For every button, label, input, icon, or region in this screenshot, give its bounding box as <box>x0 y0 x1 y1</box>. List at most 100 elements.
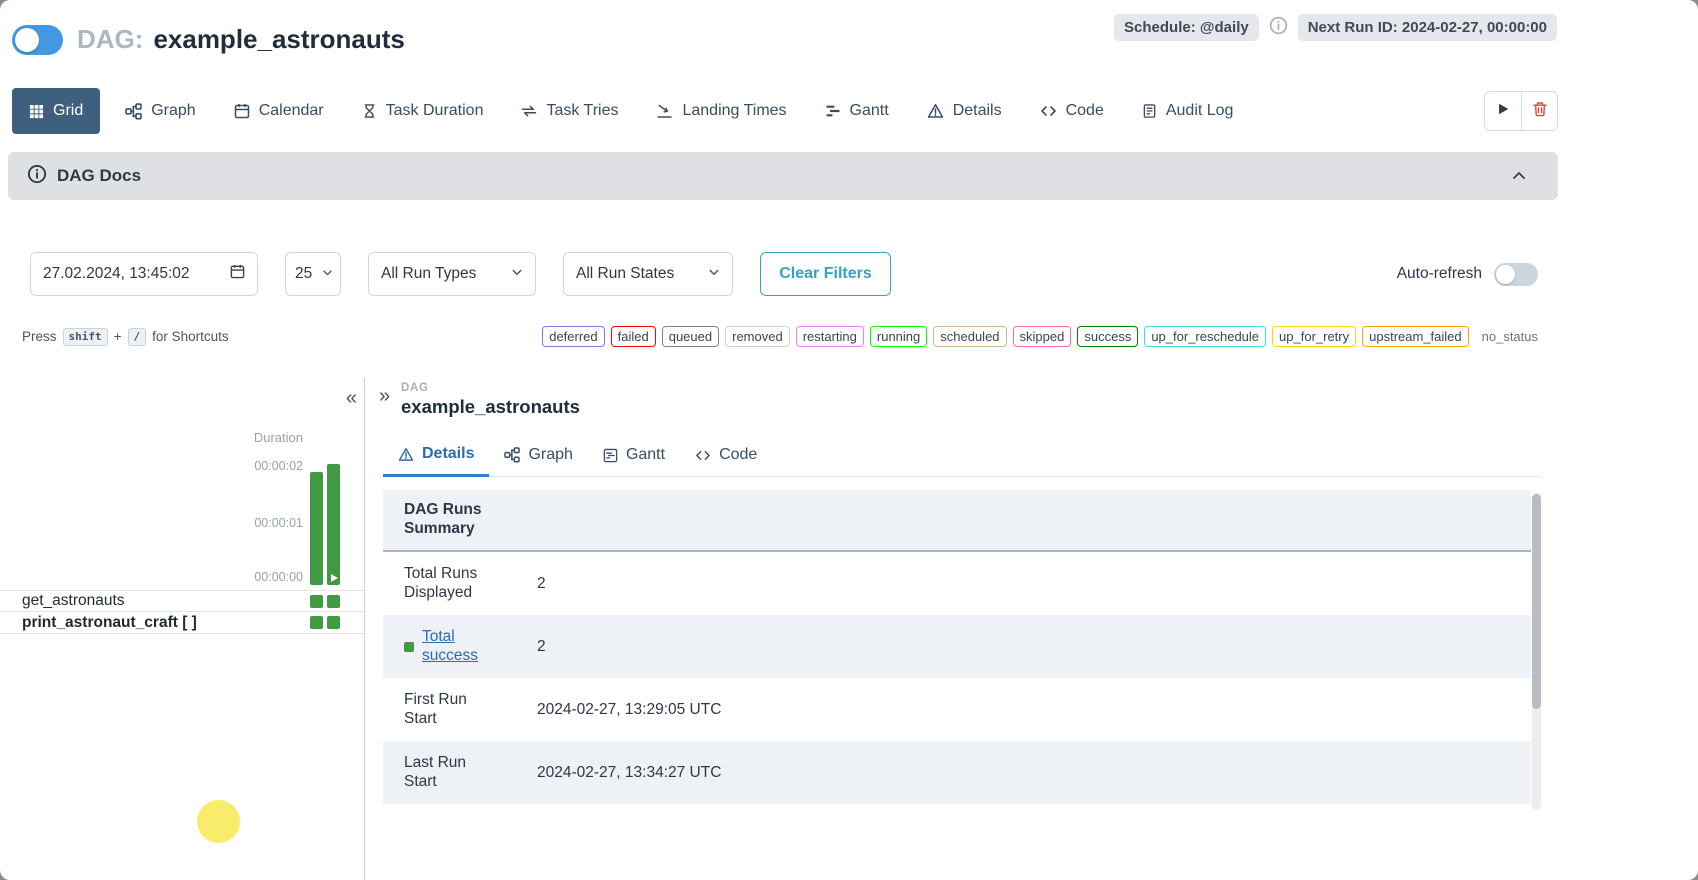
tab-grid[interactable]: Grid <box>12 88 100 134</box>
calendar-icon <box>234 103 250 119</box>
legend-success[interactable]: success <box>1077 326 1138 347</box>
chevron-down-icon <box>511 265 523 283</box>
legend-up-for-retry[interactable]: up_for_retry <box>1272 326 1356 347</box>
task-instance-success-square[interactable] <box>327 595 340 608</box>
row-label: Last Run Start <box>383 754 537 791</box>
legend-deferred[interactable]: deferred <box>542 326 604 347</box>
legend-restarting[interactable]: restarting <box>796 326 864 347</box>
filters-bar: 27.02.2024, 13:45:02 25 All Run Types Al… <box>30 252 1538 296</box>
dag-kicker: DAG <box>401 382 580 394</box>
toggle-knob <box>15 28 39 52</box>
audit-log-icon <box>1142 103 1157 119</box>
detail-tab-graph[interactable]: Graph <box>489 436 587 476</box>
auto-refresh-toggle[interactable] <box>1494 263 1538 286</box>
run-types-select[interactable]: All Run Types <box>368 252 536 296</box>
run-states-select[interactable]: All Run States <box>563 252 733 296</box>
duration-bar-chart <box>310 378 342 585</box>
run-types-value: All Run Types <box>381 265 476 283</box>
legend-up-for-reschedule[interactable]: up_for_reschedule <box>1144 326 1266 347</box>
task-name[interactable]: get_astronauts <box>22 592 125 610</box>
code-icon <box>695 448 711 463</box>
page-size-select[interactable]: 25 <box>285 252 341 296</box>
task-instance-success-square[interactable] <box>327 616 340 629</box>
info-circle-icon[interactable] <box>1269 16 1288 40</box>
manual-run-icon <box>331 574 338 582</box>
play-icon <box>1496 102 1510 121</box>
detail-tab-details[interactable]: Details <box>383 436 489 477</box>
calendar-icon[interactable] <box>230 264 245 284</box>
page-title: DAG: example_astronauts <box>77 24 405 55</box>
expand-panel-button[interactable]: » <box>379 386 390 406</box>
chevron-down-icon <box>708 265 720 283</box>
legend-scheduled[interactable]: scheduled <box>933 326 1006 347</box>
row-value: 2024-02-27, 13:34:27 UTC <box>537 764 721 782</box>
shortcuts-hint: Press shift + / for Shortcuts <box>22 328 229 346</box>
tab-details[interactable]: Details <box>908 88 1021 134</box>
legend-no-status[interactable]: no_status <box>1475 326 1545 347</box>
table-row: First Run Start 2024-02-27, 13:29:05 UTC <box>383 678 1531 741</box>
run-duration-bar[interactable] <box>327 464 340 585</box>
page-content: DAG: example_astronauts Schedule: @daily… <box>0 0 1566 880</box>
collapse-panel-button[interactable]: « <box>346 388 357 408</box>
gantt-frame-icon <box>603 448 618 463</box>
legend-failed[interactable]: failed <box>611 326 656 347</box>
delete-dag-button[interactable] <box>1521 92 1557 130</box>
details-panel: » DAG example_astronauts Details Graph G… <box>365 378 1566 880</box>
tab-code[interactable]: Code <box>1021 88 1123 134</box>
shortcuts-text: Press <box>22 329 57 344</box>
details-header: DAG example_astronauts <box>401 382 580 418</box>
duration-axis-label: Duration <box>254 430 303 445</box>
schedule-badge: Schedule: @daily <box>1114 14 1259 41</box>
task-list: get_astronauts print_astronaut_craft [ ] <box>0 590 364 634</box>
scrollbar-track[interactable] <box>1532 492 1541 810</box>
legend-removed[interactable]: removed <box>725 326 790 347</box>
row-value: 2024-02-27, 13:29:05 UTC <box>537 701 721 719</box>
tab-task-duration[interactable]: Task Duration <box>343 88 503 134</box>
alert-triangle-icon <box>398 447 414 462</box>
trigger-dag-button[interactable] <box>1485 92 1521 130</box>
dag-docs-title: DAG Docs <box>57 166 141 186</box>
selected-dag-name: example_astronauts <box>401 396 580 418</box>
tab-label: Task Tries <box>546 102 618 120</box>
tab-label: Task Duration <box>386 102 484 120</box>
detail-tab-gantt[interactable]: Gantt <box>588 436 680 476</box>
dag-docs-panel[interactable]: DAG Docs <box>8 152 1558 200</box>
total-success-link[interactable]: Total success <box>422 628 492 665</box>
tab-calendar[interactable]: Calendar <box>215 88 343 134</box>
task-instance-success-square[interactable] <box>310 595 323 608</box>
task-instance-success-square[interactable] <box>310 616 323 629</box>
legend-running[interactable]: running <box>870 326 927 347</box>
row-label: First Run Start <box>383 691 537 728</box>
tab-gantt[interactable]: Gantt <box>806 88 908 134</box>
tab-task-tries[interactable]: Task Tries <box>502 88 637 134</box>
chevron-down-icon <box>322 265 333 283</box>
tab-landing-times[interactable]: Landing Times <box>637 88 805 134</box>
info-circle-icon <box>27 164 47 189</box>
slash-key: / <box>128 328 147 346</box>
dag-pause-toggle[interactable] <box>12 25 63 55</box>
chevron-up-icon[interactable] <box>1511 168 1527 184</box>
table-row: Last Run Start 2024-02-27, 13:34:27 UTC <box>383 741 1531 804</box>
clear-filters-button[interactable]: Clear Filters <box>760 252 891 296</box>
dag-name: example_astronauts <box>153 24 404 55</box>
tab-label: Graph <box>528 446 572 464</box>
legend-skipped[interactable]: skipped <box>1013 326 1072 347</box>
dag-label: DAG: <box>77 24 143 55</box>
run-duration-bar[interactable] <box>310 472 323 585</box>
run-states-value: All Run States <box>576 265 674 283</box>
auto-refresh-label: Auto-refresh <box>1397 265 1482 283</box>
grid-panel: « Duration 00:00:02 00:00:01 00:00:00 ge… <box>0 378 365 880</box>
scrollbar-thumb[interactable] <box>1532 494 1541 709</box>
detail-tab-code[interactable]: Code <box>680 436 772 476</box>
task-name[interactable]: print_astronaut_craft [ ] <box>22 614 197 632</box>
legend-queued[interactable]: queued <box>662 326 719 347</box>
tab-label: Gantt <box>850 102 889 120</box>
task-row: get_astronauts <box>0 590 364 612</box>
legend-upstream-failed[interactable]: upstream_failed <box>1362 326 1469 347</box>
hourglass-icon <box>362 103 377 119</box>
tab-audit-log[interactable]: Audit Log <box>1123 88 1253 134</box>
tab-graph[interactable]: Graph <box>106 88 214 134</box>
tab-label: Calendar <box>259 102 324 120</box>
row-label: Total success <box>383 628 537 665</box>
date-input[interactable]: 27.02.2024, 13:45:02 <box>30 252 258 296</box>
